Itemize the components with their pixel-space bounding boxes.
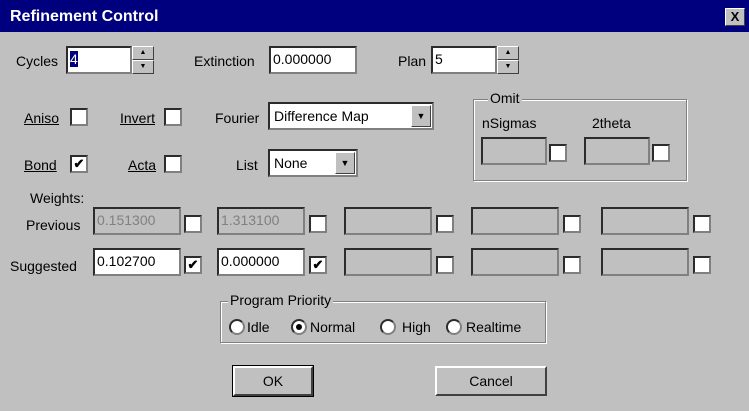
program-priority-title: Program Priority [228, 292, 334, 308]
invert-label: Invert [120, 110, 156, 126]
twotheta-label: 2theta [592, 115, 631, 131]
suggested-weight-2[interactable]: 0.000000 [217, 248, 305, 276]
extinction-input[interactable]: 0.000000 [269, 46, 357, 74]
radio-normal-label: Normal [310, 319, 356, 335]
previous-weight-1[interactable]: 0.151300 [93, 207, 181, 235]
previous-checkbox-3[interactable] [436, 215, 454, 233]
fourier-value: Difference Map [274, 108, 369, 124]
spin-down-icon[interactable]: ▼ [132, 60, 154, 74]
plan-spinner[interactable]: ▲ ▼ [497, 46, 519, 74]
cycles-input[interactable]: 4 [66, 46, 132, 74]
plan-label: Plan [398, 53, 427, 69]
previous-weight-3[interactable] [344, 207, 432, 235]
title-bar: Refinement Control X [0, 0, 749, 32]
cancel-button[interactable]: Cancel [435, 366, 547, 396]
previous-checkbox-1[interactable] [184, 215, 202, 233]
suggested-checkbox-5[interactable] [693, 256, 711, 274]
radio-selected-dot [296, 324, 302, 330]
radio-high-label: High [402, 319, 431, 335]
aniso-label: Aniso [24, 110, 60, 126]
list-value: None [274, 155, 308, 171]
list-label: List [236, 157, 258, 173]
spin-up-icon[interactable]: ▲ [497, 46, 519, 60]
cycles-spinner[interactable]: ▲ ▼ [132, 46, 154, 74]
bond-label: Bond [24, 157, 57, 173]
twotheta-checkbox[interactable] [652, 144, 670, 162]
suggested-weight-3[interactable] [344, 248, 432, 276]
nsigmas-checkbox[interactable] [549, 144, 567, 162]
bond-checkbox[interactable]: ✔ [70, 155, 88, 173]
radio-realtime-label: Realtime [466, 319, 522, 335]
extinction-label: Extinction [194, 53, 255, 69]
plan-input[interactable]: 5 [431, 46, 497, 74]
nsigmas-input[interactable] [481, 137, 547, 165]
chevron-down-icon[interactable]: ▼ [335, 152, 355, 174]
radio-idle[interactable] [229, 319, 245, 335]
acta-checkbox[interactable] [164, 155, 182, 173]
fourier-dropdown[interactable]: Difference Map ▼ [268, 102, 434, 130]
chevron-down-icon[interactable]: ▼ [411, 105, 431, 127]
suggested-weight-5[interactable] [601, 248, 689, 276]
previous-checkbox-5[interactable] [693, 215, 711, 233]
list-dropdown[interactable]: None ▼ [268, 149, 358, 177]
spin-down-icon[interactable]: ▼ [497, 60, 519, 74]
fourier-label: Fourier [215, 110, 260, 126]
previous-checkbox-2[interactable] [309, 215, 327, 233]
suggested-label: Suggested [10, 258, 77, 274]
suggested-checkbox-2[interactable]: ✔ [309, 256, 327, 274]
previous-checkbox-4[interactable] [563, 215, 581, 233]
omit-title: Omit [488, 90, 522, 106]
ok-button[interactable]: OK [232, 365, 314, 397]
previous-weight-5[interactable] [601, 207, 689, 235]
radio-idle-label: Idle [247, 319, 270, 335]
suggested-checkbox-1[interactable]: ✔ [184, 256, 202, 274]
previous-weight-4[interactable] [471, 207, 559, 235]
acta-label: Acta [128, 157, 157, 173]
suggested-checkbox-4[interactable] [563, 256, 581, 274]
nsigmas-label: nSigmas [482, 115, 537, 131]
close-button[interactable]: X [725, 8, 745, 26]
spin-up-icon[interactable]: ▲ [132, 46, 154, 60]
previous-weight-2[interactable]: 1.313100 [217, 207, 305, 235]
weights-label: Weights: [30, 190, 85, 206]
suggested-weight-4[interactable] [471, 248, 559, 276]
previous-label: Previous [26, 217, 81, 233]
window-title: Refinement Control [10, 8, 159, 25]
suggested-checkbox-3[interactable] [436, 256, 454, 274]
radio-realtime[interactable] [446, 319, 462, 335]
suggested-weight-1[interactable]: 0.102700 [93, 248, 181, 276]
aniso-checkbox[interactable] [70, 108, 88, 126]
cycles-label: Cycles [16, 53, 59, 69]
twotheta-input[interactable] [584, 137, 650, 165]
radio-normal[interactable] [291, 319, 307, 335]
radio-high[interactable] [380, 319, 396, 335]
invert-checkbox[interactable] [164, 108, 182, 126]
